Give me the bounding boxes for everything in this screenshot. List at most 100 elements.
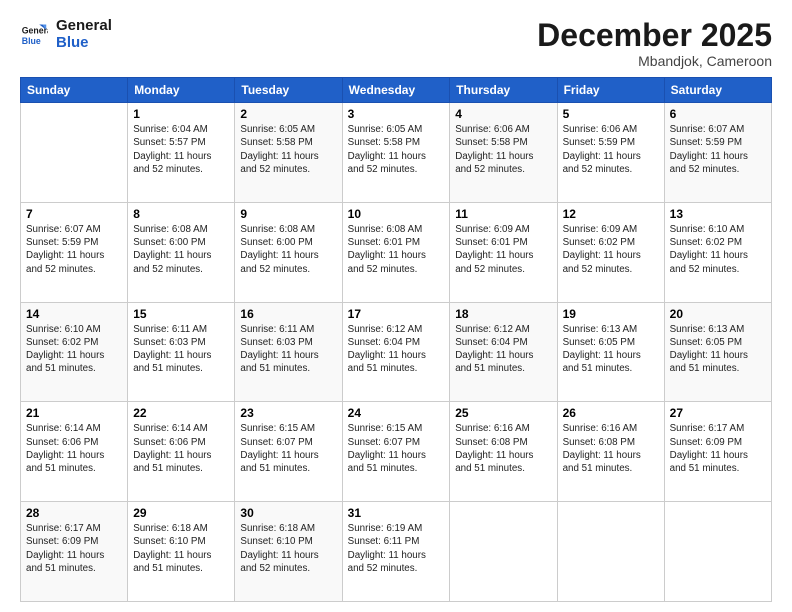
calendar-cell: 13 Sunrise: 6:10 AMSunset: 6:02 PMDaylig…: [664, 202, 771, 302]
day-info: Sunrise: 6:09 AMSunset: 6:01 PMDaylight:…: [455, 224, 533, 275]
logo-general: General: [56, 18, 112, 35]
calendar-header-tuesday: Tuesday: [235, 78, 342, 103]
day-info: Sunrise: 6:04 AMSunset: 5:57 PMDaylight:…: [133, 124, 211, 175]
calendar-cell: 19 Sunrise: 6:13 AMSunset: 6:05 PMDaylig…: [557, 302, 664, 402]
day-info: Sunrise: 6:14 AMSunset: 6:06 PMDaylight:…: [26, 423, 104, 474]
page: General Blue General Blue December 2025 …: [0, 0, 792, 612]
calendar-cell: 22 Sunrise: 6:14 AMSunset: 6:06 PMDaylig…: [128, 402, 235, 502]
calendar-week-row: 21 Sunrise: 6:14 AMSunset: 6:06 PMDaylig…: [21, 402, 772, 502]
day-number: 31: [348, 506, 445, 520]
calendar-cell: 11 Sunrise: 6:09 AMSunset: 6:01 PMDaylig…: [450, 202, 557, 302]
day-info: Sunrise: 6:12 AMSunset: 6:04 PMDaylight:…: [455, 324, 533, 375]
day-number: 1: [133, 107, 229, 121]
day-info: Sunrise: 6:05 AMSunset: 5:58 PMDaylight:…: [240, 124, 318, 175]
day-info: Sunrise: 6:06 AMSunset: 5:59 PMDaylight:…: [563, 124, 641, 175]
day-info: Sunrise: 6:08 AMSunset: 6:00 PMDaylight:…: [240, 224, 318, 275]
location: Mbandjok, Cameroon: [537, 53, 772, 69]
day-info: Sunrise: 6:16 AMSunset: 6:08 PMDaylight:…: [455, 423, 533, 474]
calendar-cell: 18 Sunrise: 6:12 AMSunset: 6:04 PMDaylig…: [450, 302, 557, 402]
day-number: 23: [240, 406, 336, 420]
day-info: Sunrise: 6:18 AMSunset: 6:10 PMDaylight:…: [133, 523, 211, 574]
calendar-cell: 4 Sunrise: 6:06 AMSunset: 5:58 PMDayligh…: [450, 103, 557, 203]
day-info: Sunrise: 6:12 AMSunset: 6:04 PMDaylight:…: [348, 324, 426, 375]
calendar-cell: 5 Sunrise: 6:06 AMSunset: 5:59 PMDayligh…: [557, 103, 664, 203]
calendar-cell: 31 Sunrise: 6:19 AMSunset: 6:11 PMDaylig…: [342, 502, 450, 602]
calendar-cell: 15 Sunrise: 6:11 AMSunset: 6:03 PMDaylig…: [128, 302, 235, 402]
day-info: Sunrise: 6:07 AMSunset: 5:59 PMDaylight:…: [26, 224, 104, 275]
calendar-cell: [21, 103, 128, 203]
day-info: Sunrise: 6:10 AMSunset: 6:02 PMDaylight:…: [670, 224, 748, 275]
day-number: 3: [348, 107, 445, 121]
day-number: 4: [455, 107, 551, 121]
day-info: Sunrise: 6:06 AMSunset: 5:58 PMDaylight:…: [455, 124, 533, 175]
calendar-cell: 28 Sunrise: 6:17 AMSunset: 6:09 PMDaylig…: [21, 502, 128, 602]
calendar-cell: [450, 502, 557, 602]
day-info: Sunrise: 6:11 AMSunset: 6:03 PMDaylight:…: [240, 324, 318, 375]
calendar-cell: 29 Sunrise: 6:18 AMSunset: 6:10 PMDaylig…: [128, 502, 235, 602]
day-number: 20: [670, 307, 766, 321]
day-number: 2: [240, 107, 336, 121]
calendar-header-friday: Friday: [557, 78, 664, 103]
day-number: 9: [240, 207, 336, 221]
day-info: Sunrise: 6:08 AMSunset: 6:00 PMDaylight:…: [133, 224, 211, 275]
month-title: December 2025: [537, 18, 772, 53]
calendar-cell: 8 Sunrise: 6:08 AMSunset: 6:00 PMDayligh…: [128, 202, 235, 302]
calendar-cell: [664, 502, 771, 602]
header: General Blue General Blue December 2025 …: [20, 18, 772, 69]
calendar-cell: 2 Sunrise: 6:05 AMSunset: 5:58 PMDayligh…: [235, 103, 342, 203]
calendar-cell: 20 Sunrise: 6:13 AMSunset: 6:05 PMDaylig…: [664, 302, 771, 402]
logo-icon: General Blue: [20, 21, 48, 49]
calendar-cell: 3 Sunrise: 6:05 AMSunset: 5:58 PMDayligh…: [342, 103, 450, 203]
day-number: 14: [26, 307, 122, 321]
day-number: 13: [670, 207, 766, 221]
calendar-cell: 10 Sunrise: 6:08 AMSunset: 6:01 PMDaylig…: [342, 202, 450, 302]
day-number: 10: [348, 207, 445, 221]
calendar-cell: 7 Sunrise: 6:07 AMSunset: 5:59 PMDayligh…: [21, 202, 128, 302]
day-number: 25: [455, 406, 551, 420]
day-number: 26: [563, 406, 659, 420]
calendar-header-thursday: Thursday: [450, 78, 557, 103]
calendar-cell: 14 Sunrise: 6:10 AMSunset: 6:02 PMDaylig…: [21, 302, 128, 402]
calendar-week-row: 7 Sunrise: 6:07 AMSunset: 5:59 PMDayligh…: [21, 202, 772, 302]
day-info: Sunrise: 6:09 AMSunset: 6:02 PMDaylight:…: [563, 224, 641, 275]
day-number: 8: [133, 207, 229, 221]
calendar-header-wednesday: Wednesday: [342, 78, 450, 103]
day-info: Sunrise: 6:16 AMSunset: 6:08 PMDaylight:…: [563, 423, 641, 474]
day-number: 11: [455, 207, 551, 221]
day-info: Sunrise: 6:10 AMSunset: 6:02 PMDaylight:…: [26, 324, 104, 375]
day-number: 16: [240, 307, 336, 321]
day-number: 27: [670, 406, 766, 420]
day-info: Sunrise: 6:13 AMSunset: 6:05 PMDaylight:…: [670, 324, 748, 375]
calendar-header-row: SundayMondayTuesdayWednesdayThursdayFrid…: [21, 78, 772, 103]
calendar-cell: 16 Sunrise: 6:11 AMSunset: 6:03 PMDaylig…: [235, 302, 342, 402]
calendar-cell: 24 Sunrise: 6:15 AMSunset: 6:07 PMDaylig…: [342, 402, 450, 502]
day-number: 5: [563, 107, 659, 121]
calendar-cell: 23 Sunrise: 6:15 AMSunset: 6:07 PMDaylig…: [235, 402, 342, 502]
day-number: 15: [133, 307, 229, 321]
calendar-cell: 1 Sunrise: 6:04 AMSunset: 5:57 PMDayligh…: [128, 103, 235, 203]
day-info: Sunrise: 6:18 AMSunset: 6:10 PMDaylight:…: [240, 523, 318, 574]
logo: General Blue General Blue: [20, 18, 112, 51]
day-info: Sunrise: 6:15 AMSunset: 6:07 PMDaylight:…: [240, 423, 318, 474]
svg-text:Blue: Blue: [22, 35, 41, 45]
day-info: Sunrise: 6:13 AMSunset: 6:05 PMDaylight:…: [563, 324, 641, 375]
day-number: 17: [348, 307, 445, 321]
calendar-cell: 17 Sunrise: 6:12 AMSunset: 6:04 PMDaylig…: [342, 302, 450, 402]
calendar-cell: 6 Sunrise: 6:07 AMSunset: 5:59 PMDayligh…: [664, 103, 771, 203]
day-info: Sunrise: 6:08 AMSunset: 6:01 PMDaylight:…: [348, 224, 426, 275]
calendar-week-row: 14 Sunrise: 6:10 AMSunset: 6:02 PMDaylig…: [21, 302, 772, 402]
day-number: 29: [133, 506, 229, 520]
calendar-cell: 30 Sunrise: 6:18 AMSunset: 6:10 PMDaylig…: [235, 502, 342, 602]
day-info: Sunrise: 6:05 AMSunset: 5:58 PMDaylight:…: [348, 124, 426, 175]
calendar-cell: 12 Sunrise: 6:09 AMSunset: 6:02 PMDaylig…: [557, 202, 664, 302]
logo-blue: Blue: [56, 35, 112, 52]
day-info: Sunrise: 6:15 AMSunset: 6:07 PMDaylight:…: [348, 423, 426, 474]
day-info: Sunrise: 6:07 AMSunset: 5:59 PMDaylight:…: [670, 124, 748, 175]
calendar-header-sunday: Sunday: [21, 78, 128, 103]
calendar-table: SundayMondayTuesdayWednesdayThursdayFrid…: [20, 77, 772, 602]
day-number: 6: [670, 107, 766, 121]
calendar-cell: [557, 502, 664, 602]
day-number: 12: [563, 207, 659, 221]
day-number: 30: [240, 506, 336, 520]
calendar-week-row: 1 Sunrise: 6:04 AMSunset: 5:57 PMDayligh…: [21, 103, 772, 203]
